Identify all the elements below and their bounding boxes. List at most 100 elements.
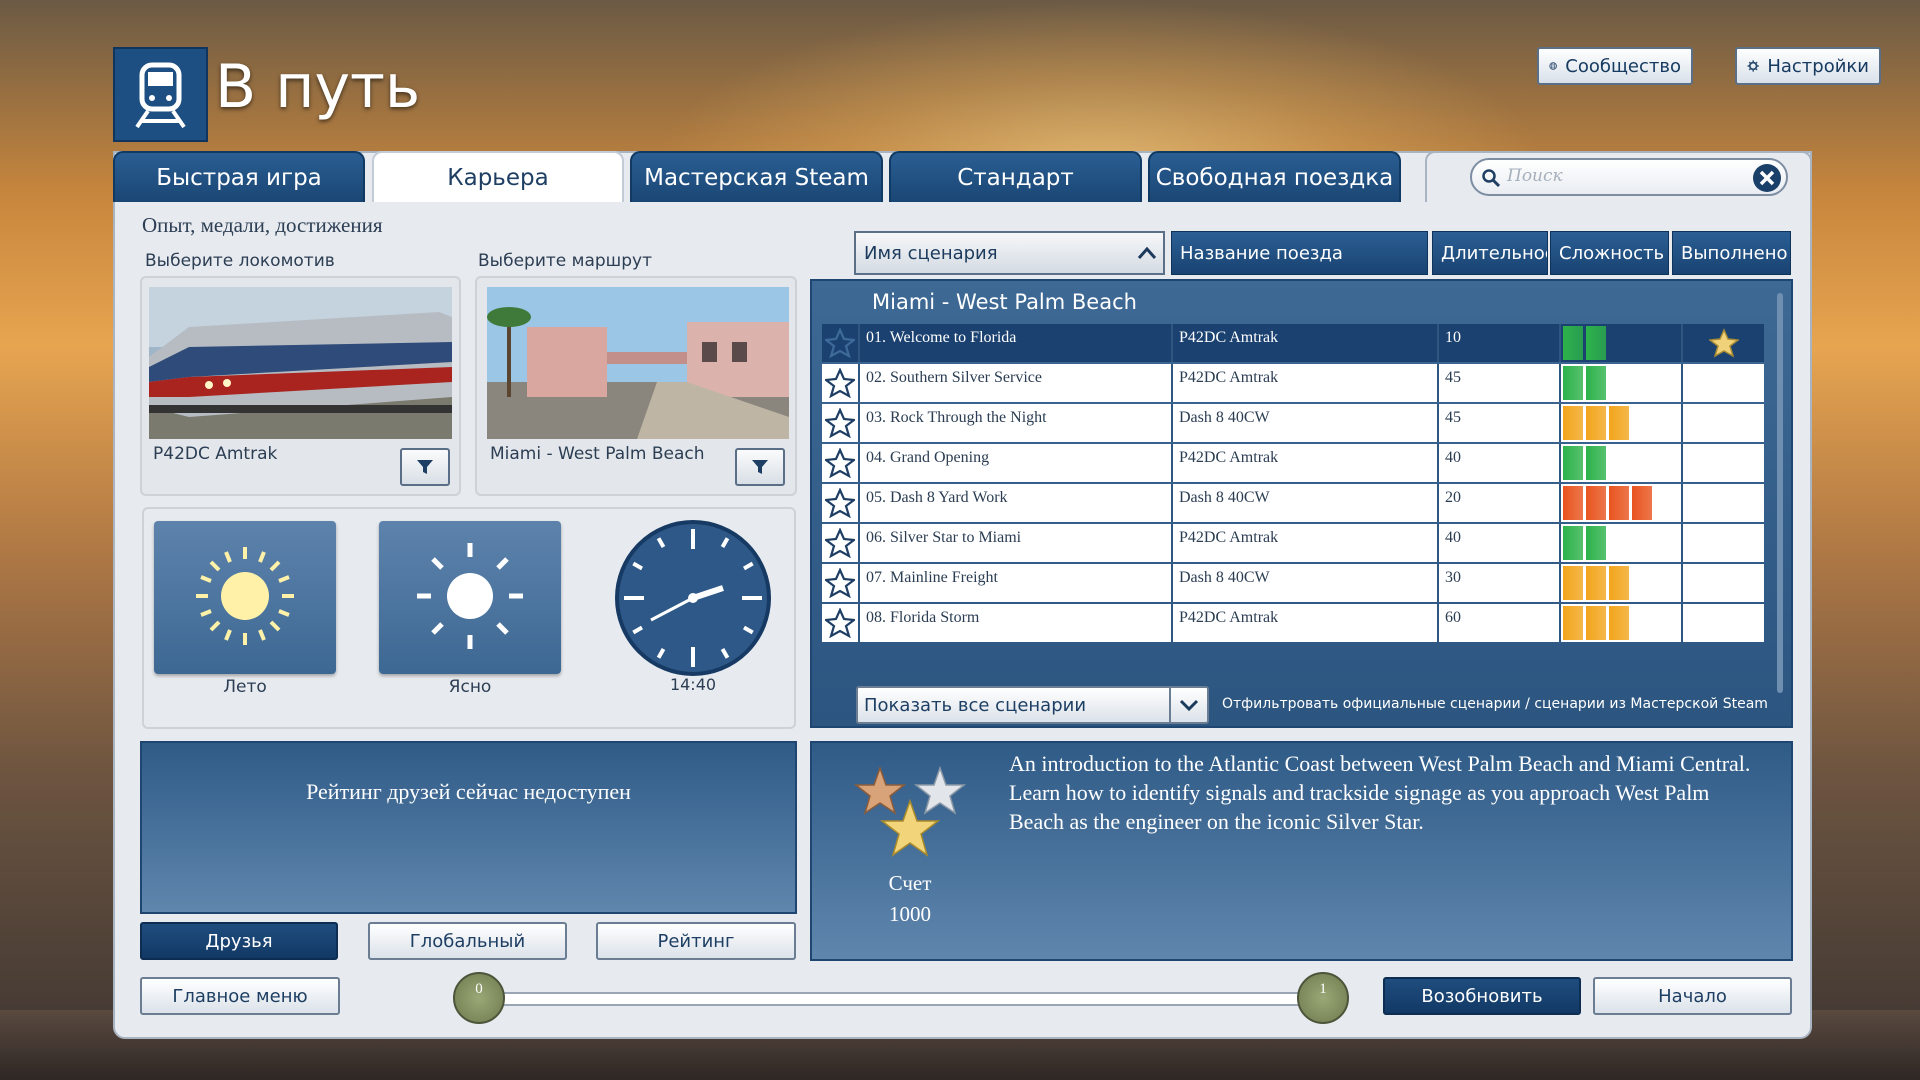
favorite-star-icon[interactable]: [822, 444, 858, 482]
weather-tile[interactable]: [379, 521, 561, 674]
scenario-duration: 20: [1437, 484, 1559, 522]
route-group-title: Miami - West Palm Beach: [872, 290, 1137, 314]
tab-standard[interactable]: Стандарт: [889, 151, 1142, 202]
scenario-filter-dropdown[interactable]: Показать все сценарии: [856, 686, 1209, 724]
difficulty-bar: [1609, 486, 1629, 520]
community-button[interactable]: Сообщество: [1537, 47, 1693, 85]
table-row[interactable]: 08. Florida Storm P42DC Amtrak 60: [822, 604, 1764, 642]
completed-star-icon: [1708, 328, 1739, 358]
scenario-difficulty: [1559, 604, 1681, 642]
close-icon[interactable]: [1752, 163, 1782, 193]
scenario-name: 05. Dash 8 Yard Work: [858, 484, 1171, 522]
season-tile[interactable]: [154, 521, 336, 674]
scenario-difficulty: [1559, 444, 1681, 482]
tab-career[interactable]: Карьера: [372, 151, 624, 202]
slider-min-knob[interactable]: 0: [453, 972, 505, 1024]
scenario-duration: 10: [1437, 324, 1559, 362]
scenario-difficulty: [1559, 484, 1681, 522]
tab-steam-workshop[interactable]: Мастерская Steam: [630, 151, 883, 202]
resume-button[interactable]: Возобновить: [1383, 977, 1581, 1015]
route-image: [487, 287, 789, 439]
scenario-duration: 30: [1437, 564, 1559, 602]
global-button[interactable]: Глобальный: [368, 922, 567, 960]
medals-stars-icon: [853, 765, 967, 857]
table-row[interactable]: 05. Dash 8 Yard Work Dash 8 40CW 20: [822, 484, 1764, 522]
difficulty-bar: [1586, 446, 1606, 480]
search-input[interactable]: Поиск: [1470, 158, 1788, 196]
progress-slider-track[interactable]: [480, 992, 1340, 1006]
favorite-star-icon[interactable]: [822, 564, 858, 602]
scenario-difficulty: [1559, 564, 1681, 602]
table-row[interactable]: 06. Silver Star to Miami P42DC Amtrak 40: [822, 524, 1764, 562]
scenario-completed: [1681, 604, 1764, 642]
scenario-name: 06. Silver Star to Miami: [858, 524, 1171, 562]
scenario-completed: [1681, 484, 1764, 522]
start-button[interactable]: Начало: [1593, 977, 1792, 1015]
favorite-star-icon[interactable]: [822, 484, 858, 522]
scenario-duration: 40: [1437, 524, 1559, 562]
friends-button[interactable]: Друзья: [140, 922, 338, 960]
rating-button[interactable]: Рейтинг: [596, 922, 796, 960]
scenario-filter-value: Показать все сценарии: [864, 694, 1087, 716]
locomotive-image: [149, 287, 452, 439]
slider-max-knob[interactable]: 1: [1297, 972, 1349, 1024]
table-row[interactable]: 02. Southern Silver Service P42DC Amtrak 4…: [822, 364, 1764, 402]
scenario-train: Dash 8 40CW: [1171, 484, 1437, 522]
difficulty-bar: [1563, 326, 1583, 360]
loco-filter-button[interactable]: [400, 448, 450, 486]
favorite-star-icon[interactable]: [822, 364, 858, 402]
locomotive-card[interactable]: P42DC Amtrak: [140, 276, 461, 496]
table-row[interactable]: 07. Mainline Freight Dash 8 40CW 30: [822, 564, 1764, 602]
score-value: 1000: [889, 902, 931, 926]
table-row[interactable]: 03. Rock Through the Night Dash 8 40CW 45: [822, 404, 1764, 442]
list-scrollbar[interactable]: [1777, 293, 1783, 693]
scenario-train: Dash 8 40CW: [1171, 564, 1437, 602]
main-menu-button[interactable]: Главное меню: [140, 977, 340, 1015]
settings-button[interactable]: Настройки: [1735, 47, 1881, 85]
scenario-details-panel: Счет 1000 An introduction to the Atlanti…: [810, 741, 1793, 961]
leaderboard-panel: Рейтинг друзей сейчас недоступен: [140, 741, 797, 914]
difficulty-bar: [1632, 486, 1652, 520]
tab-free-roam[interactable]: Свободная поездка: [1148, 151, 1401, 202]
difficulty-bar: [1609, 406, 1629, 440]
clock-icon[interactable]: [614, 519, 772, 677]
route-filter-button[interactable]: [735, 448, 785, 486]
favorite-star-icon[interactable]: [822, 404, 858, 442]
route-card[interactable]: Miami - West Palm Beach: [475, 276, 797, 496]
difficulty-bar: [1586, 366, 1606, 400]
column-scenario[interactable]: Имя сценария: [854, 231, 1165, 275]
tab-quick-play[interactable]: Быстрая игра: [113, 151, 365, 202]
scenario-train: P42DC Amtrak: [1171, 444, 1437, 482]
scenario-completed: [1681, 324, 1764, 362]
scenario-duration: 60: [1437, 604, 1559, 642]
community-label: Сообщество: [1565, 55, 1681, 77]
scenario-list: Miami - West Palm Beach 01. Welcome to F…: [810, 279, 1793, 728]
favorite-star-icon[interactable]: [822, 524, 858, 562]
difficulty-bar: [1586, 486, 1606, 520]
settings-label: Настройки: [1767, 55, 1869, 77]
table-row[interactable]: 01. Welcome to Florida P42DC Amtrak 10: [822, 324, 1764, 362]
filter-hint: Отфильтровать официальные сценарии / сце…: [1222, 696, 1768, 712]
scenario-name: 01. Welcome to Florida: [858, 324, 1171, 362]
favorite-star-icon[interactable]: [822, 604, 858, 642]
filter-icon: [417, 460, 433, 474]
search-icon: [1482, 169, 1501, 188]
gear-icon: [1747, 60, 1759, 72]
scenario-completed: [1681, 524, 1764, 562]
column-train[interactable]: Название поезда: [1171, 231, 1428, 275]
column-difficulty[interactable]: Сложность: [1550, 231, 1669, 275]
table-row[interactable]: 04. Grand Opening P42DC Amtrak 40: [822, 444, 1764, 482]
difficulty-bar: [1586, 566, 1606, 600]
scenario-train: P42DC Amtrak: [1171, 324, 1437, 362]
difficulty-bar: [1609, 606, 1629, 640]
favorite-star-icon[interactable]: [822, 324, 858, 362]
difficulty-bar: [1586, 326, 1606, 360]
scenario-train: P42DC Amtrak: [1171, 364, 1437, 402]
scenario-name: 07. Mainline Freight: [858, 564, 1171, 602]
scenario-train: Dash 8 40CW: [1171, 404, 1437, 442]
difficulty-bar: [1563, 566, 1583, 600]
column-duration[interactable]: Длительнос: [1432, 231, 1548, 275]
page-title: В путь: [215, 52, 421, 122]
column-completed[interactable]: Выполнено: [1672, 231, 1791, 275]
difficulty-bar: [1586, 526, 1606, 560]
